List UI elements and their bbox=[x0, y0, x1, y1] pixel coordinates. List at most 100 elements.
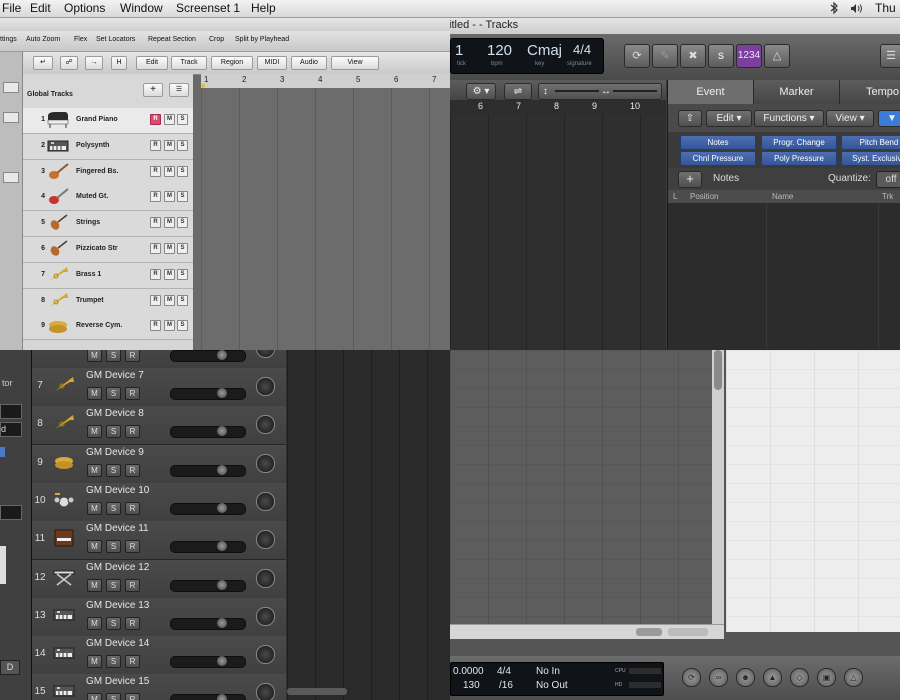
track-row[interactable]: 10 GM Device 10 M S R bbox=[32, 482, 286, 522]
gear-icon[interactable]: ⚙ ▾ bbox=[466, 83, 496, 100]
menu-options[interactable]: Options bbox=[64, 1, 105, 15]
filter-icon[interactable]: ▼ bbox=[878, 110, 900, 127]
pan-knob[interactable] bbox=[256, 645, 275, 665]
vertical-zoom-track[interactable] bbox=[555, 90, 599, 92]
global-tracks-label[interactable]: Global Tracks bbox=[27, 91, 73, 98]
record-button[interactable]: R bbox=[125, 540, 140, 554]
track-options-button[interactable]: ☰ bbox=[169, 83, 189, 97]
filter-pitch-bend[interactable]: Pitch Bend bbox=[841, 135, 900, 150]
link-button[interactable]: ☍ bbox=[60, 56, 78, 70]
solo-button[interactable]: S bbox=[177, 243, 188, 254]
volume-icon[interactable] bbox=[850, 3, 864, 14]
track-name[interactable]: GM Device 8 bbox=[86, 408, 144, 419]
solo-button[interactable]: S bbox=[177, 114, 188, 125]
solo-button[interactable]: S bbox=[708, 44, 734, 68]
event-menu-view[interactable]: View ▾ bbox=[826, 110, 874, 127]
volume-slider[interactable] bbox=[170, 502, 246, 515]
tab-tempo[interactable]: Tempo bbox=[840, 80, 900, 104]
solo-button[interactable]: S bbox=[177, 165, 188, 177]
filter-program-change[interactable]: Progr. Change bbox=[761, 135, 837, 150]
lcd-display[interactable]: 0.0000 130 4/4 /16 No In No Out CPU HD bbox=[450, 662, 664, 696]
volume-knob[interactable] bbox=[217, 426, 227, 437]
lcd-signature[interactable]: 4/4 bbox=[497, 666, 511, 677]
track-row[interactable]: 9 Reverse Cym. R M S bbox=[23, 314, 193, 341]
zoom-waveform-icon[interactable] bbox=[636, 628, 662, 636]
filter-poly-pressure[interactable]: Poly Pressure bbox=[761, 151, 837, 166]
pan-knob[interactable] bbox=[256, 350, 275, 358]
track-row[interactable]: 1 Grand Piano R M S bbox=[23, 108, 193, 134]
solo-button[interactable]: S bbox=[106, 693, 121, 700]
track-row[interactable]: 14 GM Device 14 M S R bbox=[32, 636, 286, 676]
track-name[interactable]: Pizzicato Str bbox=[76, 245, 118, 252]
mute-button[interactable]: M bbox=[87, 540, 102, 554]
create-type-label[interactable]: Notes bbox=[713, 173, 739, 184]
solo-button[interactable]: S bbox=[177, 217, 188, 229]
track-row[interactable]: 9 GM Device 9 MSR bbox=[32, 444, 286, 484]
record-enable-button[interactable]: R bbox=[150, 268, 161, 280]
volume-slider[interactable] bbox=[170, 541, 246, 554]
track-name[interactable]: GM Device 11 bbox=[86, 523, 149, 534]
volume-knob[interactable] bbox=[217, 617, 227, 628]
lcd-key[interactable]: Cmaj bbox=[527, 42, 562, 59]
cycle-icon[interactable]: ⟳ bbox=[624, 44, 650, 68]
volume-slider[interactable] bbox=[170, 656, 246, 669]
track-name[interactable]: GM Device 10 bbox=[86, 485, 149, 496]
record-enable-button[interactable]: R bbox=[150, 294, 161, 306]
record-button[interactable]: R bbox=[125, 463, 140, 477]
pan-knob[interactable] bbox=[256, 606, 275, 626]
record-button[interactable]: R bbox=[125, 387, 140, 400]
lcd-division[interactable]: /16 bbox=[499, 680, 513, 691]
track-name[interactable]: Fingered Bs. bbox=[76, 168, 118, 175]
solo-button[interactable]: S bbox=[106, 616, 121, 630]
mute-button[interactable]: M bbox=[164, 320, 175, 332]
track-name[interactable]: Trumpet bbox=[76, 297, 104, 304]
volume-knob[interactable] bbox=[217, 388, 227, 398]
track-name[interactable]: Reverse Cym. bbox=[76, 322, 122, 329]
track-row[interactable]: 8 Trumpet R M S bbox=[23, 288, 193, 315]
filter-system-exclusive[interactable]: Syst. Exclusive bbox=[841, 151, 900, 166]
col-track[interactable]: Trk bbox=[882, 192, 893, 201]
track-name[interactable]: Muted Gt. bbox=[76, 193, 108, 200]
mute-button[interactable]: M bbox=[164, 114, 175, 125]
mute-button[interactable]: M bbox=[87, 425, 102, 439]
solo-button[interactable]: S bbox=[106, 540, 121, 554]
pan-knob[interactable] bbox=[256, 377, 275, 396]
volume-knob[interactable] bbox=[217, 656, 227, 667]
record-button[interactable]: R bbox=[125, 693, 140, 700]
menu-help[interactable]: Help bbox=[251, 1, 276, 15]
pan-knob[interactable] bbox=[256, 530, 275, 550]
local-menu-region[interactable]: Region bbox=[211, 56, 253, 70]
mute-button[interactable]: M bbox=[164, 217, 175, 229]
arrange-grid[interactable] bbox=[450, 114, 666, 350]
lock-icon[interactable]: ▣ bbox=[817, 668, 836, 687]
record-enable-button[interactable]: R bbox=[150, 243, 161, 254]
record-button[interactable]: R bbox=[125, 350, 140, 362]
solo-button[interactable]: S bbox=[177, 320, 188, 332]
metronome-icon[interactable]: △ bbox=[844, 668, 863, 687]
x-icon[interactable]: ✖ bbox=[680, 44, 706, 68]
bar-ruler[interactable]: 6 7 8 9 10 bbox=[450, 100, 666, 114]
track-name[interactable]: Brass 1 bbox=[76, 271, 101, 278]
volume-slider[interactable] bbox=[170, 350, 246, 362]
solo-button[interactable]: S bbox=[106, 425, 121, 439]
shield-icon[interactable]: ▲ bbox=[763, 668, 782, 687]
track-row[interactable]: 11 GM Device 11 M S R bbox=[32, 521, 286, 561]
list-area[interactable] bbox=[726, 350, 900, 632]
inspector-field[interactable] bbox=[3, 112, 19, 123]
toolbar-crop[interactable]: Crop bbox=[209, 36, 224, 43]
track-row[interactable]: 7 GM Device 7 MSR bbox=[32, 368, 286, 407]
event-menu-functions[interactable]: Functions ▾ bbox=[754, 110, 824, 127]
local-menu-track[interactable]: Track bbox=[171, 56, 207, 70]
filter-notes[interactable]: Notes bbox=[680, 135, 756, 150]
toolbar-set-locators[interactable]: Set Locators bbox=[96, 36, 135, 43]
count-in-button[interactable]: 1234 bbox=[736, 44, 762, 68]
inspector-field[interactable] bbox=[3, 172, 19, 183]
volume-slider[interactable] bbox=[170, 464, 246, 477]
local-menu-audio[interactable]: Audio bbox=[291, 56, 327, 70]
record-button[interactable]: R bbox=[125, 578, 140, 592]
mute-button[interactable]: M bbox=[87, 655, 102, 669]
track-name[interactable]: GM Device 9 bbox=[86, 447, 144, 458]
solo-button[interactable]: S bbox=[177, 139, 188, 151]
track-row[interactable]: 5 Strings R M S bbox=[23, 211, 193, 238]
pan-knob[interactable] bbox=[256, 683, 275, 700]
